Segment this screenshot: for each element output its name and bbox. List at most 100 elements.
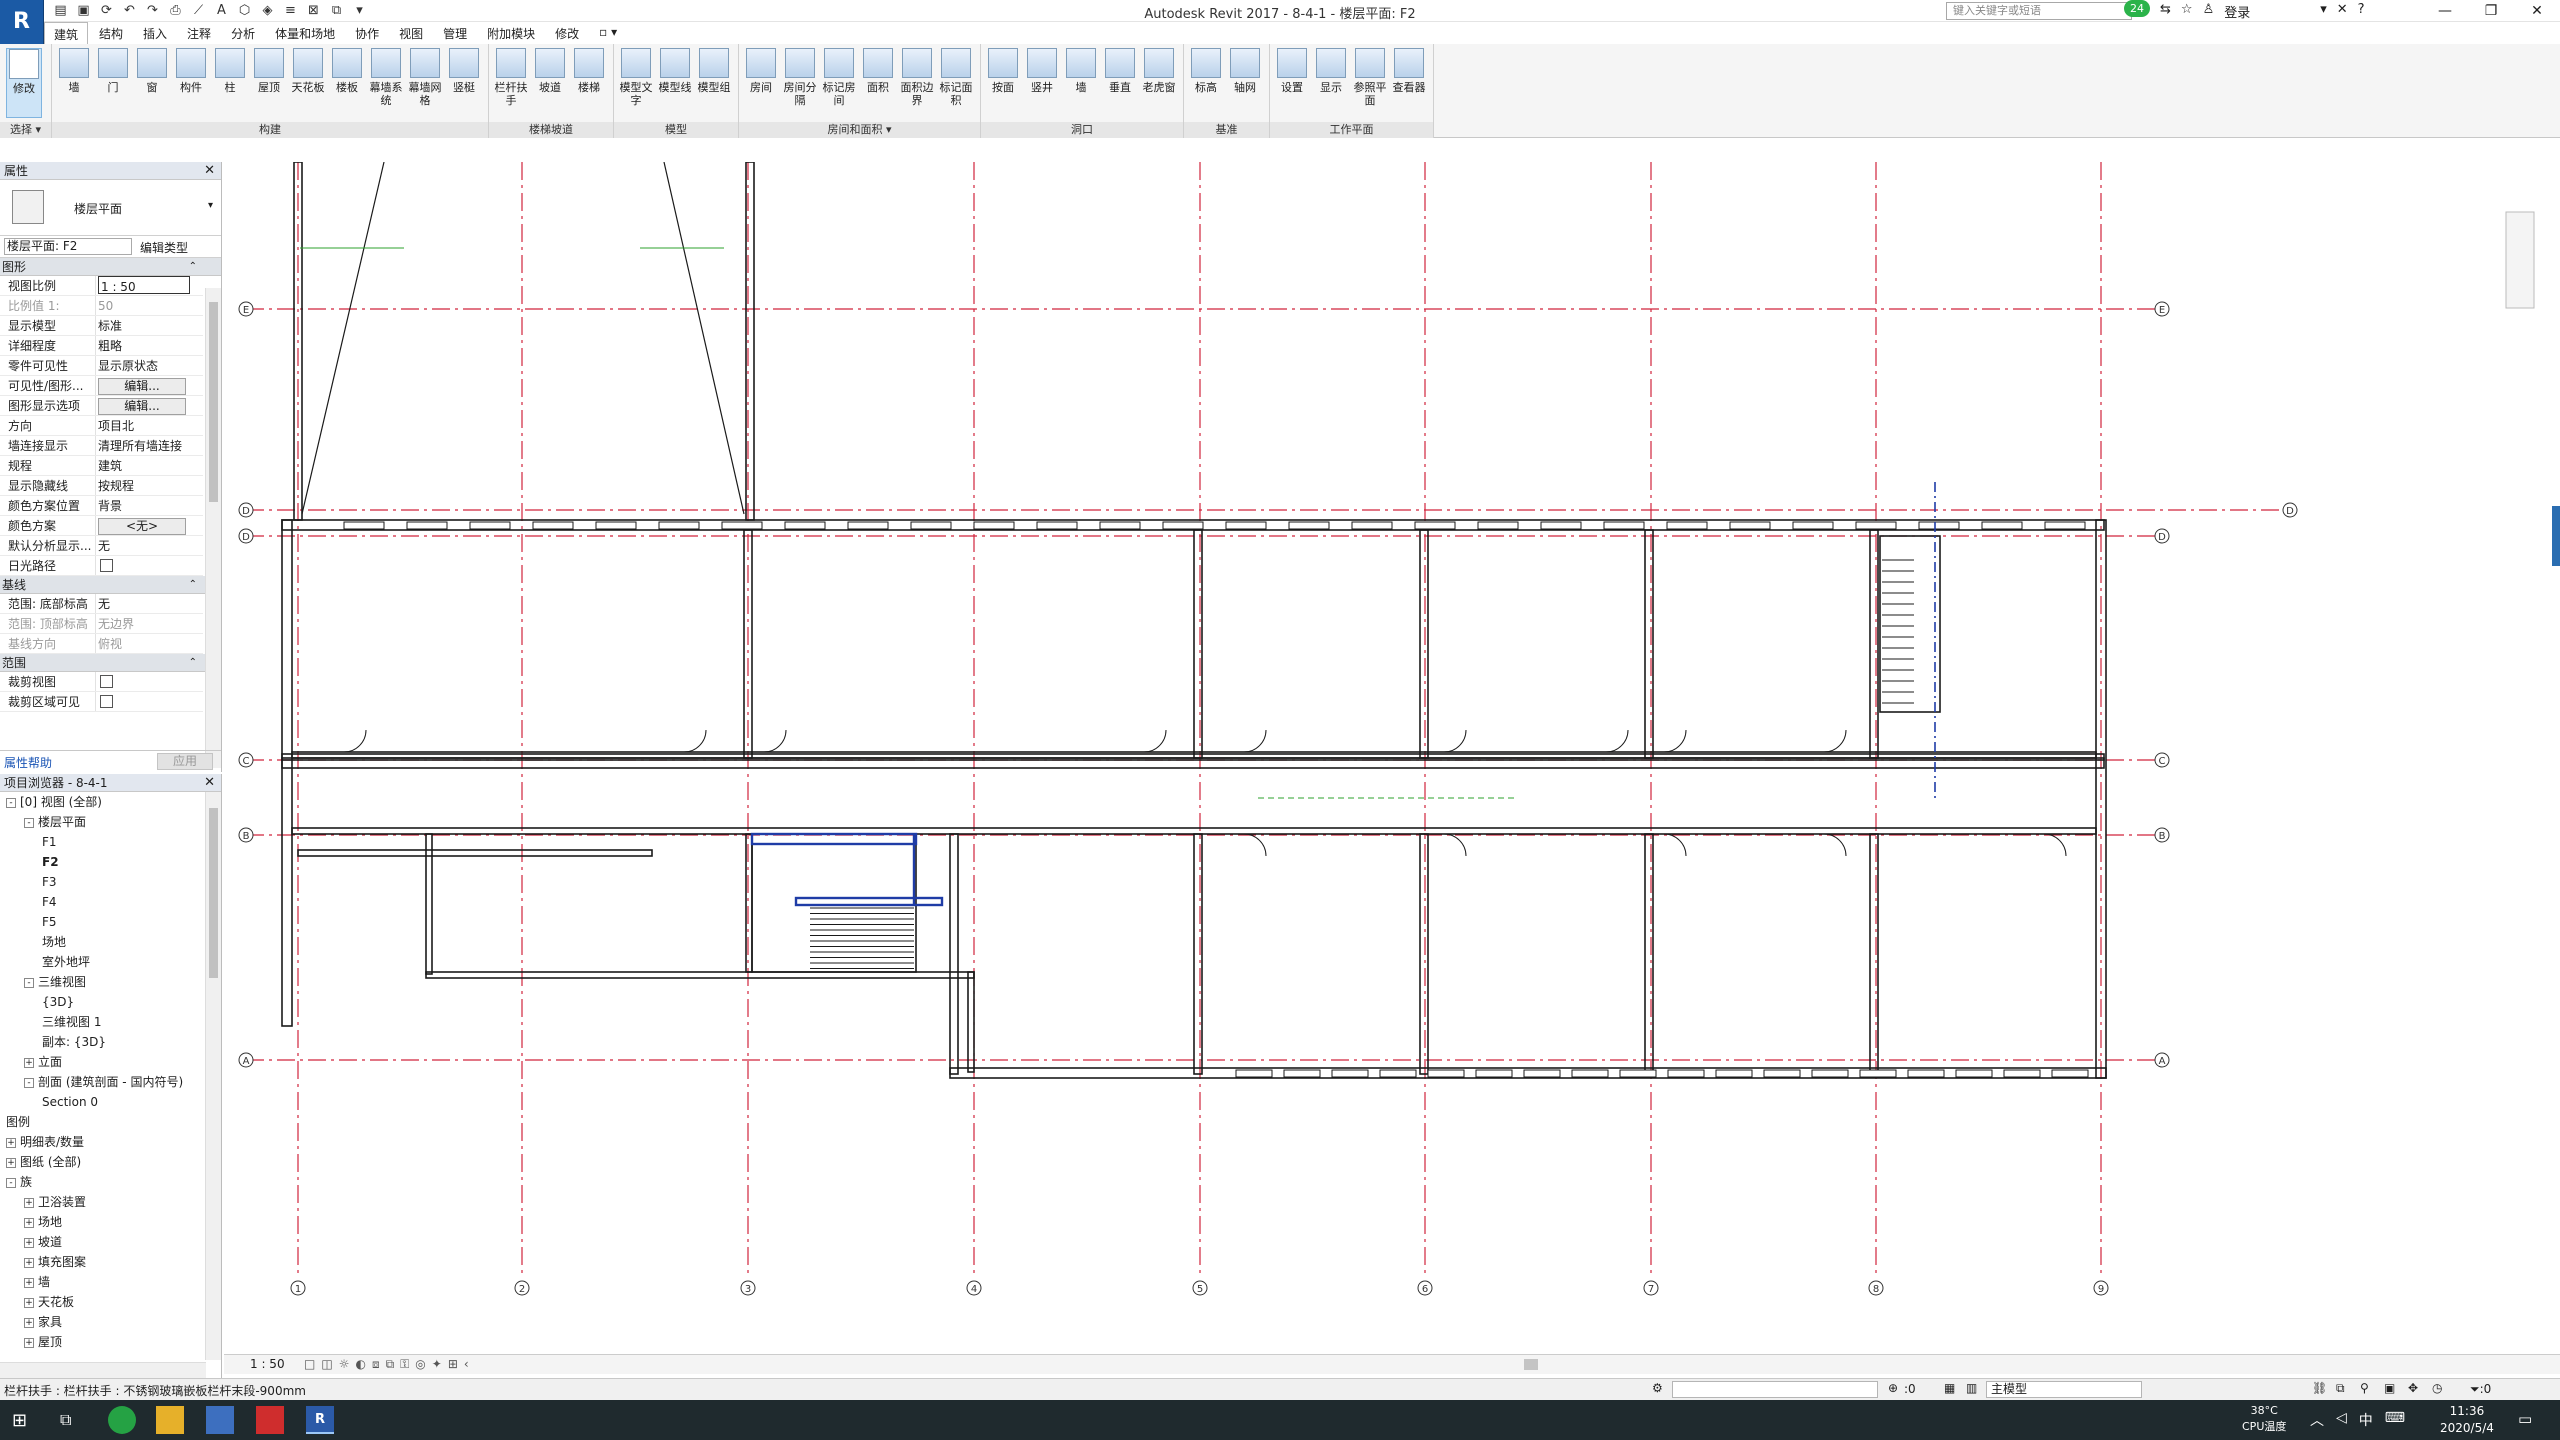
browser-node[interactable]: Section 0	[0, 1092, 221, 1112]
property-group-header[interactable]: 基线 ⌃	[0, 576, 221, 594]
expand-icon[interactable]: +	[24, 1217, 34, 1228]
notification-badge[interactable]: 24	[2124, 0, 2150, 17]
panel-title[interactable]: 选择 ▾	[0, 122, 51, 138]
login-dropdown-icon[interactable]: ▾	[2320, 2, 2327, 21]
property-value[interactable]: 显示原状态	[98, 359, 158, 373]
keyboard-icon[interactable]: ⌨	[2385, 1410, 2405, 1430]
revit-app-menu-button[interactable]: R	[0, 0, 44, 44]
clock[interactable]: 11:36 2020/5/4	[2440, 1403, 2494, 1437]
apply-button[interactable]: 应用	[157, 753, 213, 770]
action-center-icon[interactable]: ▭	[2518, 1410, 2532, 1428]
property-checkbox[interactable]	[100, 675, 113, 688]
ribbon-button[interactable]: 窗	[134, 48, 170, 94]
ribbon-button[interactable]: 栏杆扶手	[493, 48, 529, 107]
browser-node[interactable]: 室外地坪	[0, 952, 221, 972]
property-checkbox[interactable]	[100, 559, 113, 572]
design-options-icon[interactable]: ▦	[1944, 1381, 1955, 1395]
ribbon-button[interactable]: 显示	[1313, 48, 1349, 94]
browser-node[interactable]: + 场地	[0, 1212, 221, 1232]
browser-node[interactable]: {3D}	[0, 992, 221, 1012]
ribbon-button[interactable]: 查看器	[1391, 48, 1427, 94]
canvas-hscroll-thumb[interactable]	[1524, 1359, 1538, 1370]
ime-indicator[interactable]: 中	[2359, 1410, 2373, 1430]
collapse-icon[interactable]: -	[24, 817, 34, 828]
ribbon-button[interactable]: 按面	[985, 48, 1021, 94]
ribbon-button[interactable]: 屋顶	[251, 48, 287, 94]
filter-select-icon[interactable]: ⊕	[1888, 1381, 1898, 1395]
app-blue-icon[interactable]	[206, 1406, 234, 1434]
expand-icon[interactable]: +	[24, 1337, 34, 1348]
ribbon-button[interactable]: 房间	[743, 48, 779, 94]
ribbon-button[interactable]: 模型线	[657, 48, 693, 94]
tab-4[interactable]: 分析	[222, 22, 264, 44]
select-links-icon[interactable]: ⛓	[2312, 1381, 2327, 1395]
expand-icon[interactable]: +	[6, 1157, 16, 1168]
drawing-canvas[interactable]: 1 2 3 4 5 6 7 8 9 E E D D C C B B A A D D	[224, 161, 2560, 1356]
browser-node[interactable]: + 坡道	[0, 1232, 221, 1252]
browser-node[interactable]: + 图纸 (全部)	[0, 1152, 221, 1172]
tab-9[interactable]: 附加模块	[478, 22, 544, 44]
collapse-icon[interactable]: ⌃	[189, 258, 197, 276]
tab-11[interactable]: ▫ ▾	[590, 22, 626, 44]
expand-icon[interactable]: +	[24, 1197, 34, 1208]
property-value[interactable]: 标准	[98, 319, 122, 333]
ribbon-button[interactable]: 面积边界	[899, 48, 935, 107]
property-value[interactable]: 按规程	[98, 479, 134, 493]
chevron-down-icon[interactable]: ▾	[208, 200, 213, 211]
browser-node[interactable]: + 明细表/数量	[0, 1132, 221, 1152]
windows-start-icon[interactable]: ⊞	[12, 1410, 27, 1431]
subscription-icon[interactable]: ⇆	[2160, 2, 2171, 21]
browser-node[interactable]: F2	[0, 852, 221, 872]
background-process-icon[interactable]: ◷	[2432, 1381, 2442, 1395]
browser-node[interactable]: - [0] 视图 (全部)	[0, 792, 221, 812]
ribbon-button[interactable]: 模型组	[696, 48, 732, 94]
select-by-face-icon[interactable]: ▣	[2384, 1381, 2395, 1395]
browser-scrollbar[interactable]	[205, 792, 221, 1360]
ribbon-button[interactable]: 标记房间	[821, 48, 857, 107]
workset-select[interactable]	[1672, 1381, 1878, 1398]
select-pinned-icon[interactable]: ⚲	[2360, 1381, 2369, 1395]
filter-icon[interactable]: ⏷:0	[2470, 1382, 2491, 1397]
browser-node[interactable]: + 家具	[0, 1312, 221, 1332]
property-value[interactable]: 粗略	[98, 339, 122, 353]
property-value[interactable]: 清理所有墙连接	[98, 439, 182, 453]
tab-3[interactable]: 注释	[178, 22, 220, 44]
expand-icon[interactable]: +	[6, 1137, 16, 1148]
collapse-icon[interactable]: -	[6, 797, 16, 808]
user-icon[interactable]: ♙	[2203, 2, 2215, 21]
constraints-icon[interactable]: ‹	[464, 1357, 469, 1372]
ribbon-button[interactable]: 墙	[1063, 48, 1099, 94]
collapse-icon[interactable]: ⌃	[189, 654, 197, 672]
edit-type-button[interactable]: 编辑类型	[140, 239, 188, 256]
tab-6[interactable]: 协作	[346, 22, 388, 44]
browser-node[interactable]: + 立面	[0, 1052, 221, 1072]
app-red-icon[interactable]	[256, 1406, 284, 1434]
browser-node[interactable]: F5	[0, 912, 221, 932]
property-value[interactable]: 项目北	[98, 419, 134, 433]
app-360-icon[interactable]	[108, 1406, 136, 1434]
ribbon-button[interactable]: 模型文字	[618, 48, 654, 107]
reveal-hidden-icon[interactable]: ✦	[432, 1357, 442, 1372]
close-icon[interactable]: ✕	[204, 162, 215, 180]
crop-show-icon[interactable]: ⧉	[386, 1357, 395, 1372]
browser-node[interactable]: - 楼层平面	[0, 812, 221, 832]
browser-node[interactable]: + 屋顶	[0, 1332, 221, 1352]
detail-level-icon[interactable]: □	[304, 1357, 315, 1372]
ribbon-button[interactable]: 竖井	[1024, 48, 1060, 94]
property-group-header[interactable]: 范围 ⌃	[0, 654, 221, 672]
browser-node[interactable]: 副本: {3D}	[0, 1032, 221, 1052]
instance-selector[interactable]: 楼层平面: F2	[4, 238, 132, 255]
expand-icon[interactable]: +	[24, 1297, 34, 1308]
property-value[interactable]: 建筑	[98, 459, 122, 473]
tray-expand-icon[interactable]: ︿	[2310, 1410, 2324, 1430]
expand-icon[interactable]: +	[24, 1257, 34, 1268]
browser-node[interactable]: + 天花板	[0, 1292, 221, 1312]
ribbon-button[interactable]: 轴网	[1227, 48, 1263, 94]
collapse-icon[interactable]: ⌃	[189, 576, 197, 594]
property-value[interactable]: 无	[98, 597, 110, 611]
ribbon-button[interactable]: 墙	[56, 48, 92, 94]
property-value[interactable]: 背景	[98, 499, 122, 513]
modify-button[interactable]: 修改	[6, 48, 42, 118]
crop-icon[interactable]: ⧈	[372, 1357, 380, 1372]
restore-icon[interactable]: ❐	[2468, 0, 2514, 22]
